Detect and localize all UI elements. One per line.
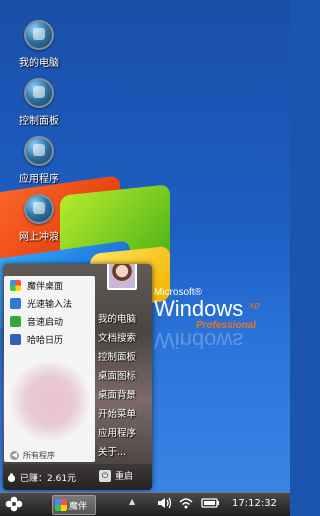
flower-background-image xyxy=(6,361,94,441)
desktop-icon-internet[interactable]: 网上冲浪 xyxy=(9,194,69,243)
money-bag-icon xyxy=(7,473,16,482)
volume-icon[interactable] xyxy=(157,496,173,510)
user-avatar[interactable] xyxy=(107,264,137,290)
logo-product: Windows xyxy=(154,296,244,321)
start-menu-bottom-bar: 已赚：2.61元 ⏻ 重启 xyxy=(3,464,152,490)
logo-version: xp xyxy=(249,301,261,311)
all-programs-label: 所有程序 xyxy=(23,451,55,460)
start-right-item[interactable]: 桌面背景 xyxy=(98,386,152,405)
taskbar-app-button[interactable]: 魔伴 xyxy=(52,495,96,515)
mobanzhuomian-icon xyxy=(10,279,21,291)
start-right-item[interactable]: 应用程序 xyxy=(98,424,152,443)
taskbar: 魔伴 ▲ 17:12:32 xyxy=(0,492,290,516)
start-right-item[interactable]: 我的电脑 xyxy=(98,310,152,329)
calendar-icon xyxy=(10,333,21,345)
input-method-icon xyxy=(10,297,21,309)
start-app-label: 光速输入法 xyxy=(27,299,73,310)
desktop-icon-label: 控制面板 xyxy=(19,116,59,127)
start-right-item[interactable]: 桌面图标 xyxy=(98,367,152,386)
restart-button[interactable]: ⏻ 重启 xyxy=(99,469,133,482)
clock[interactable]: 17:12:32 xyxy=(232,498,277,509)
restart-label: 重启 xyxy=(115,472,134,482)
start-flower-icon[interactable] xyxy=(3,495,25,514)
start-app-moban[interactable]: 魔伴桌面 xyxy=(4,276,95,294)
battery-icon[interactable] xyxy=(201,496,221,510)
earnings-status: 已赚：2.61元 xyxy=(7,471,76,484)
wifi-icon[interactable] xyxy=(178,496,194,510)
desktop-icon-my-computer[interactable]: 我的电脑 xyxy=(9,20,69,69)
applications-icon xyxy=(24,136,54,166)
start-app-label: 音速启动 xyxy=(27,317,64,328)
start-right-item[interactable]: 控制面板 xyxy=(98,348,152,367)
taskbar-app-label: 魔伴 xyxy=(69,501,88,512)
start-right-item[interactable]: 开始菜单 xyxy=(98,405,152,424)
logo-reflection: Windows xyxy=(154,328,244,353)
tray-expand-icon[interactable]: ▲ xyxy=(129,497,135,506)
desktop-icon-label: 我的电脑 xyxy=(19,58,59,69)
start-app-quick-launch[interactable]: 音速启动 xyxy=(4,312,95,330)
start-app-label: 魔伴桌面 xyxy=(27,281,64,292)
power-icon: ⏻ xyxy=(99,469,111,482)
desktop-icon-label: 应用程序 xyxy=(19,174,59,185)
start-right-item[interactable]: 关于... xyxy=(98,443,152,462)
desktop-icon-label: 网上冲浪 xyxy=(19,232,59,243)
all-programs-button[interactable]: ◀ 所有程序 xyxy=(10,450,55,461)
moban-app-icon xyxy=(55,499,67,511)
arrow-left-icon: ◀ xyxy=(10,451,19,460)
start-app-calendar[interactable]: 哈哈日历 xyxy=(4,330,95,348)
my-computer-icon xyxy=(24,20,54,50)
control-panel-icon xyxy=(24,78,54,108)
internet-browse-icon xyxy=(24,194,54,224)
start-menu: 魔伴桌面 光速输入法 音速启动 哈哈日历 ◀ 所有程序 我的电脑 文档搜索 控制… xyxy=(3,264,152,490)
start-app-label: 哈哈日历 xyxy=(27,335,64,346)
quick-launch-icon xyxy=(10,315,21,327)
start-menu-app-list: 魔伴桌面 光速输入法 音速启动 哈哈日历 ◀ 所有程序 xyxy=(4,276,95,462)
desktop-icon-control-panel[interactable]: 控制面板 xyxy=(9,78,69,127)
windows-xp-logo: Microsoft® Windows xp Professional Windo… xyxy=(154,287,284,377)
desktop-icon-applications[interactable]: 应用程序 xyxy=(9,136,69,185)
start-menu-right-list: 我的电脑 文档搜索 控制面板 桌面图标 桌面背景 开始菜单 应用程序 关于... xyxy=(98,310,152,462)
earnings-label: 已赚：2.61元 xyxy=(20,474,77,484)
start-app-input-method[interactable]: 光速输入法 xyxy=(4,294,95,312)
start-right-item[interactable]: 文档搜索 xyxy=(98,329,152,348)
